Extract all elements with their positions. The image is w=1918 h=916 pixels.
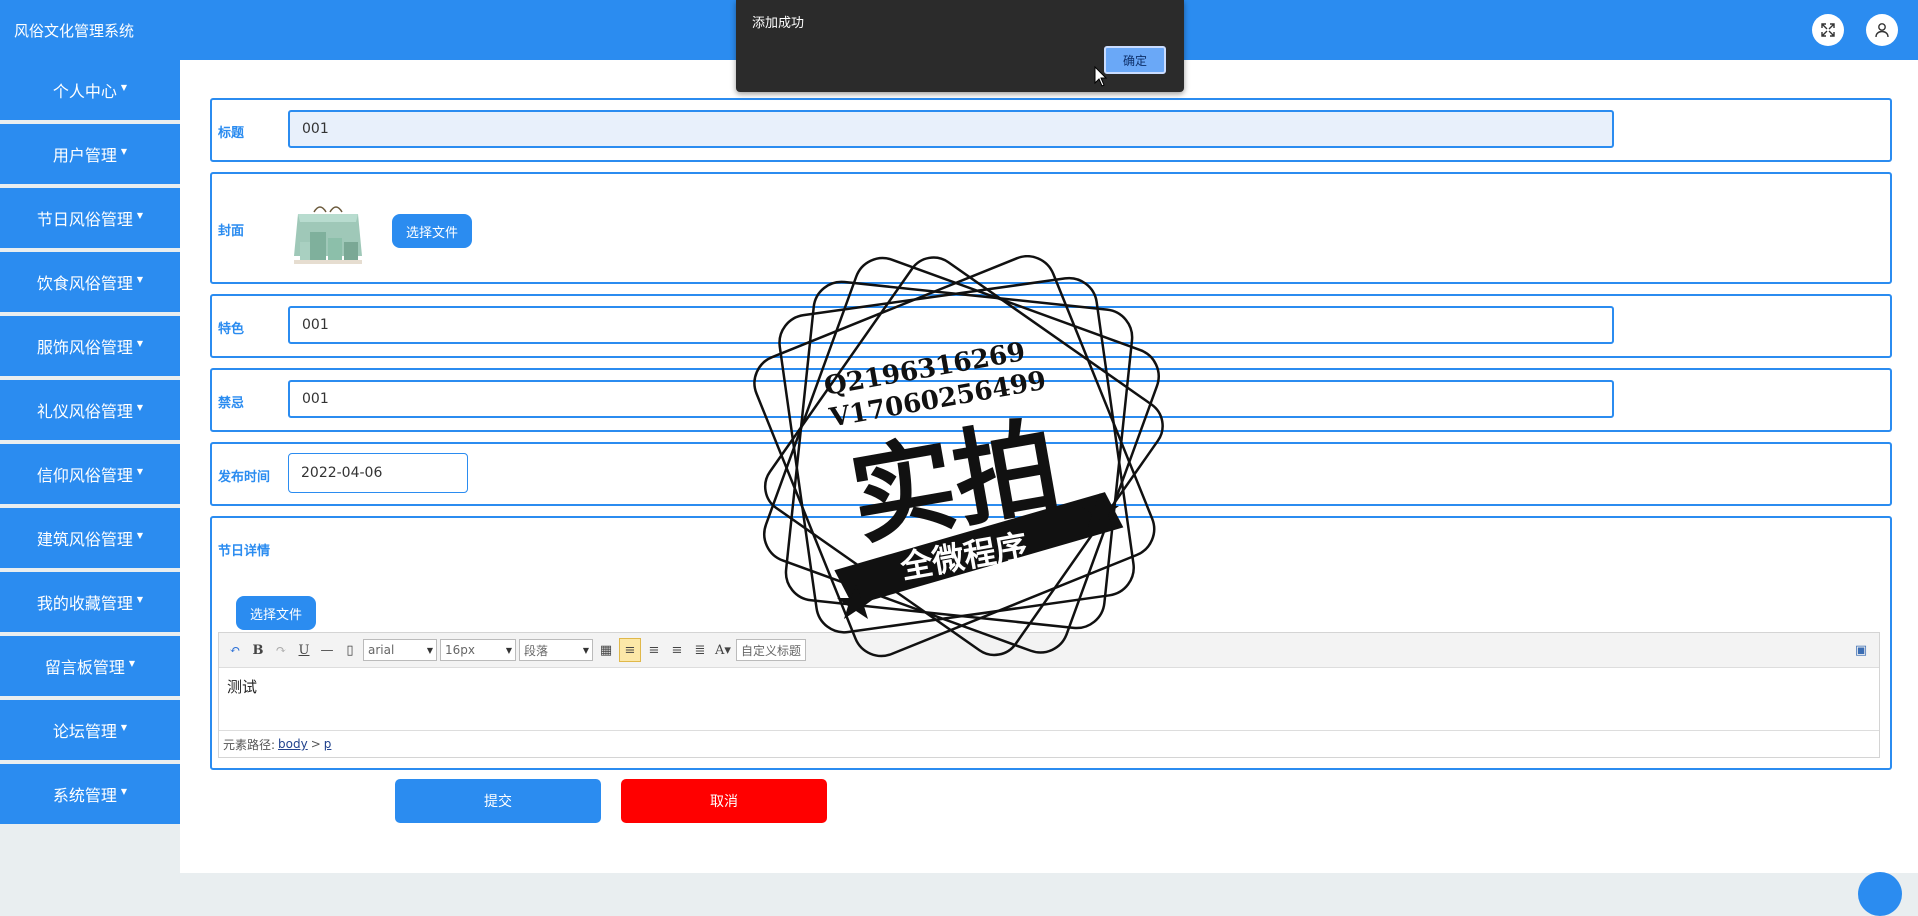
select-arrow-icon: ▼ (582, 645, 589, 655)
title-label: 标题 (218, 126, 245, 141)
cover-image (290, 202, 366, 266)
cancel-button[interactable]: 取消 (621, 779, 827, 823)
title-row: 标题 (210, 98, 1892, 162)
cover-label: 封面 (218, 224, 245, 239)
user-icon[interactable] (1866, 14, 1898, 46)
back-to-top-button[interactable] (1858, 872, 1902, 916)
sidebar-item-message-board[interactable]: 留言板管理 ▼ (0, 636, 180, 696)
app-title: 风俗文化管理系统 (14, 22, 135, 40)
sidebar-item-festival-customs[interactable]: 节日风俗管理 ▼ (0, 188, 180, 248)
mouse-cursor-icon (1094, 66, 1108, 87)
submit-button[interactable]: 提交 (395, 779, 601, 823)
path-p-link[interactable]: p (324, 737, 332, 751)
sidebar-item-belief-customs[interactable]: 信仰风俗管理 ▼ (0, 444, 180, 504)
publish-time-label: 发布时间 (218, 470, 271, 485)
caret-down-icon: ▼ (136, 530, 144, 540)
sidebar: 个人中心 ▼ 用户管理 ▼ 节日风俗管理 ▼ 饮食风俗管理 ▼ 服饰风俗管理 ▼ 礼仪风俗… (0, 60, 180, 828)
align-justify-icon[interactable]: ≣ (690, 639, 710, 661)
sidebar-item-food-customs[interactable]: 饮食风俗管理 ▼ (0, 252, 180, 312)
taboo-label: 禁忌 (218, 396, 245, 411)
sidebar-item-personal-center[interactable]: 个人中心 ▼ (0, 60, 180, 120)
font-color-icon[interactable]: A▾ (713, 639, 733, 661)
underline-icon[interactable]: U (294, 639, 314, 661)
caret-down-icon: ▼ (120, 82, 128, 92)
caret-down-icon: ▼ (120, 146, 128, 156)
paragraph-select[interactable]: 段落 ▼ (519, 639, 593, 661)
caret-down-icon: ▼ (136, 210, 144, 220)
success-dialog: 添加成功 确定 (736, 0, 1184, 92)
path-body-link[interactable]: body (278, 737, 308, 751)
caret-down-icon: ▼ (136, 466, 144, 476)
source-code-icon[interactable]: ▣ (1851, 639, 1871, 661)
redo-icon[interactable]: ↷ (271, 639, 291, 661)
title-input[interactable] (288, 110, 1614, 148)
table-icon[interactable]: ▦ (596, 639, 616, 661)
sidebar-item-etiquette-customs[interactable]: 礼仪风俗管理 ▼ (0, 380, 180, 440)
align-right-icon[interactable]: ≡ (644, 639, 664, 661)
caret-down-icon: ▼ (120, 722, 128, 732)
details-label: 节日详情 (218, 544, 271, 559)
caret-down-icon: ▼ (136, 402, 144, 412)
caret-down-icon: ▼ (136, 338, 144, 348)
font-family-select[interactable]: arial ▼ (363, 639, 437, 661)
align-left-icon[interactable]: ≡ (619, 638, 641, 662)
feature-label: 特色 (218, 322, 245, 337)
sidebar-item-user-management[interactable]: 用户管理 ▼ (0, 124, 180, 184)
select-arrow-icon: ▼ (426, 645, 433, 655)
caret-down-icon: ▼ (120, 786, 128, 796)
document-icon[interactable]: ▯ (340, 639, 360, 661)
bold-icon[interactable]: B (248, 639, 268, 661)
sidebar-item-my-favorites[interactable]: 我的收藏管理 ▼ (0, 572, 180, 632)
dialog-message: 添加成功 (752, 16, 805, 31)
sidebar-item-forum[interactable]: 论坛管理 ▼ (0, 700, 180, 760)
font-size-select[interactable]: 16px ▼ (440, 639, 516, 661)
editor-element-path: 元素路径: body > p (219, 730, 1879, 757)
sidebar-item-architecture-customs[interactable]: 建筑风俗管理 ▼ (0, 508, 180, 568)
watermark-stamp: Q2196316269 V17060256499 实拍 全微程序 (753, 255, 1164, 658)
publish-time-input[interactable] (288, 453, 468, 493)
editor-content[interactable]: 测试 (219, 668, 1879, 730)
horizontal-rule-icon[interactable]: — (317, 639, 337, 661)
sidebar-item-system[interactable]: 系统管理 ▼ (0, 764, 180, 824)
fullscreen-icon[interactable] (1812, 14, 1844, 46)
undo-icon[interactable]: ↶ (225, 639, 245, 661)
caret-down-icon: ▼ (136, 594, 144, 604)
caret-down-icon: ▼ (136, 274, 144, 284)
caret-down-icon: ▼ (128, 658, 136, 668)
details-choose-file-button[interactable]: 选择文件 (236, 596, 316, 630)
dialog-ok-button[interactable]: 确定 (1104, 46, 1166, 74)
align-center-icon[interactable]: ≡ (667, 639, 687, 661)
select-arrow-icon: ▼ (505, 645, 512, 655)
sidebar-item-costume-customs[interactable]: 服饰风俗管理 ▼ (0, 316, 180, 376)
cover-choose-file-button[interactable]: 选择文件 (392, 214, 472, 248)
